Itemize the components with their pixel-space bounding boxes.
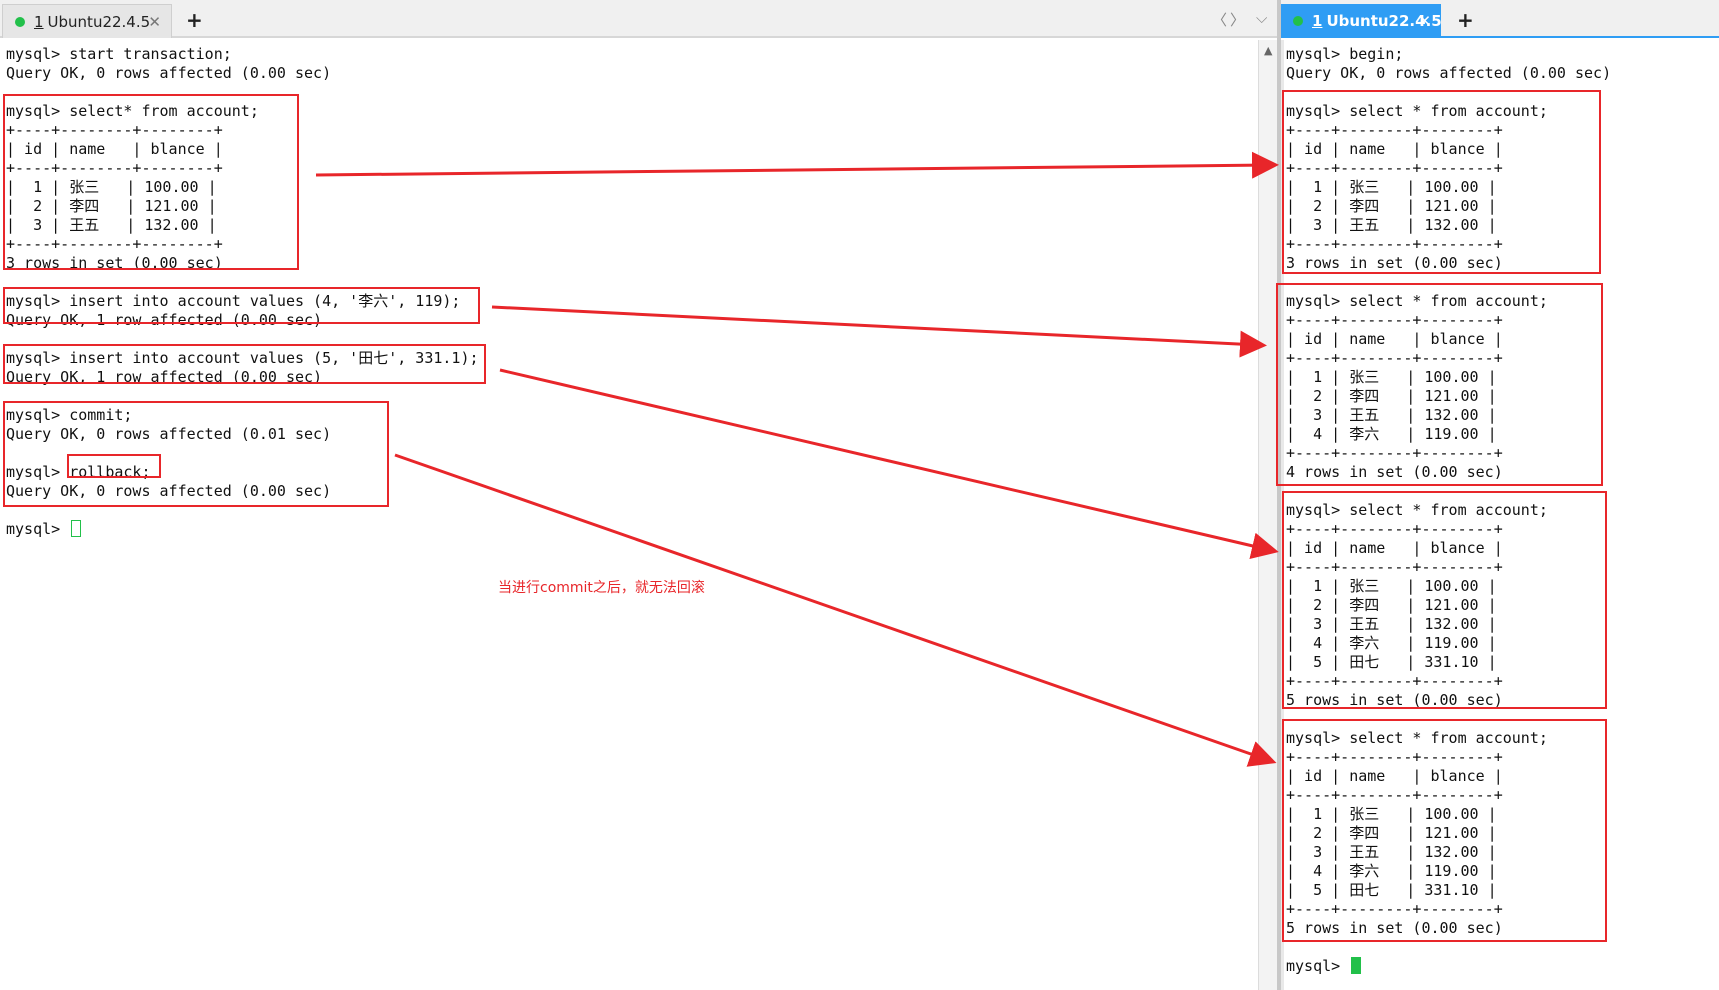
arrow-select: [315, 151, 1279, 179]
annotation-note: 当进行commit之后，就无法回滚: [498, 580, 705, 596]
arrow-insert-4: [491, 305, 1267, 358]
annotation-arrows: [315, 151, 1279, 767]
arrow-commit: [394, 453, 1277, 767]
arrow-insert-5: [499, 368, 1279, 560]
